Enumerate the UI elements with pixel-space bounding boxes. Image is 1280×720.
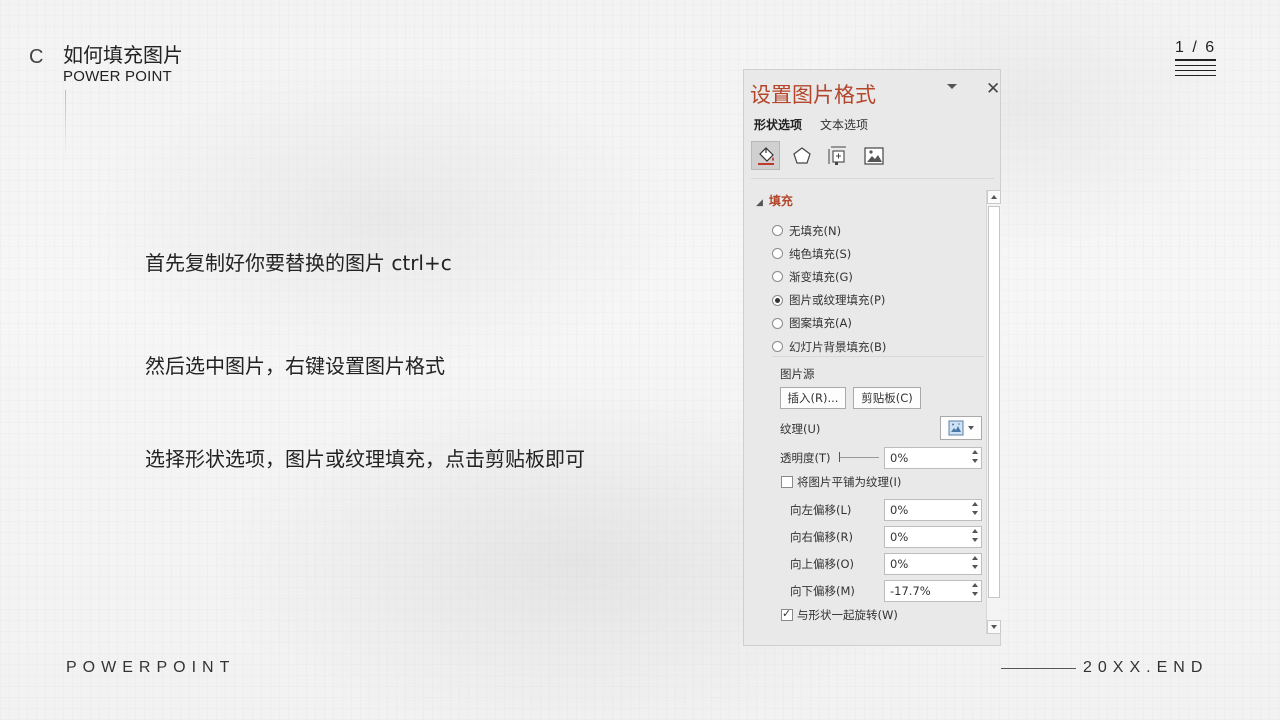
- stepper-value: 0%: [890, 503, 909, 517]
- fill-bucket-icon[interactable]: [751, 141, 780, 170]
- fill-section-label: 填充: [768, 194, 793, 208]
- chevron-down-icon: [968, 426, 974, 430]
- radio-button-selected[interactable]: [772, 294, 783, 306]
- fill-option-pattern[interactable]: 图案填充(A): [772, 312, 886, 335]
- slider-knob[interactable]: [839, 452, 840, 462]
- fill-option-label: 无填充(N): [789, 223, 842, 238]
- fill-option-picture-texture[interactable]: 图片或纹理填充(P): [772, 289, 886, 312]
- pane-scrollbar[interactable]: [986, 190, 1001, 634]
- radio-button[interactable]: [772, 317, 783, 329]
- tab-shape-options[interactable]: 形状选项: [754, 116, 802, 133]
- logo-letter: C: [29, 46, 44, 68]
- subsection-divider: [772, 356, 984, 357]
- picture-icon[interactable]: [859, 141, 888, 170]
- stepper-value: 0%: [890, 530, 909, 544]
- stepper-arrows[interactable]: [972, 450, 978, 463]
- stepper-value: 0%: [890, 557, 909, 571]
- stepper-arrows[interactable]: [972, 502, 978, 515]
- tile-label: 将图片平铺为纹理(I): [797, 475, 902, 489]
- texture-picker-button[interactable]: [940, 416, 982, 440]
- texture-swatch-icon: [948, 420, 964, 436]
- pentagon-shape-icon[interactable]: [787, 141, 816, 170]
- pane-options-dropdown-icon[interactable]: [947, 84, 957, 89]
- step-text-3: 选择形状选项，图片或纹理填充，点击剪贴板即可: [145, 447, 585, 471]
- picture-source-label: 图片源: [780, 367, 815, 381]
- close-icon[interactable]: ✕: [986, 79, 1000, 99]
- transparency-stepper[interactable]: 0%: [884, 447, 982, 469]
- offset-top-stepper[interactable]: 0%: [884, 553, 982, 575]
- step-text-1: 首先复制好你要替换的图片 ctrl+c: [145, 251, 452, 275]
- radio-button[interactable]: [772, 248, 783, 260]
- scrollbar-thumb[interactable]: [988, 206, 1000, 598]
- tab-text-options[interactable]: 文本选项: [820, 116, 868, 133]
- rotate-with-shape-label: 与形状一起旋转(W): [797, 608, 898, 622]
- fill-option-label: 纯色填充(S): [789, 246, 852, 261]
- offset-bottom-stepper[interactable]: -17.7%: [884, 580, 982, 602]
- step-text-2: 然后选中图片，右键设置图片格式: [145, 354, 445, 378]
- scroll-down-arrow-icon[interactable]: [987, 620, 1001, 634]
- format-picture-pane: 设置图片格式 ✕ 形状选项 文本选项 ◢ 填充 无填充(N) 纯色填充(S) 渐…: [743, 69, 1001, 646]
- slide-title: 如何填充图片: [63, 43, 183, 67]
- fill-option-label: 图案填充(A): [789, 316, 852, 331]
- rotate-with-shape-checkbox[interactable]: [781, 607, 793, 621]
- offset-bottom-label: 向下偏移(M): [790, 584, 855, 598]
- fill-option-solid[interactable]: 纯色填充(S): [772, 242, 886, 265]
- section-divider: [751, 178, 994, 179]
- insert-button[interactable]: 插入(R)...: [780, 387, 846, 409]
- category-icon-row: [751, 141, 888, 170]
- fill-option-label: 幻灯片背景填充(B): [789, 339, 887, 354]
- texture-label: 纹理(U): [780, 422, 821, 436]
- footer-end: 20XX.END: [1083, 659, 1209, 676]
- stepper-value: -17.7%: [890, 584, 931, 598]
- offset-left-stepper[interactable]: 0%: [884, 499, 982, 521]
- offset-left-label: 向左偏移(L): [790, 503, 852, 517]
- page-indicator: 1 / 6: [1175, 39, 1217, 56]
- pane-title: 设置图片格式: [750, 83, 876, 107]
- slide-subtitle: POWER POINT: [63, 68, 172, 85]
- stepper-arrows[interactable]: [972, 556, 978, 569]
- radio-button[interactable]: [772, 271, 783, 283]
- transparency-slider[interactable]: [839, 449, 879, 465]
- collapse-triangle-icon: ◢: [756, 198, 763, 208]
- fill-option-gradient[interactable]: 渐变填充(G): [772, 265, 886, 288]
- fill-section-header[interactable]: ◢ 填充: [756, 192, 793, 209]
- scroll-up-arrow-icon[interactable]: [987, 190, 1001, 204]
- tile-checkbox[interactable]: [781, 476, 793, 488]
- pane-tabs: 形状选项 文本选项: [754, 116, 868, 133]
- accent-line: [65, 90, 66, 158]
- offset-right-stepper[interactable]: 0%: [884, 526, 982, 548]
- radio-button[interactable]: [772, 341, 783, 353]
- transparency-label: 透明度(T): [780, 451, 831, 465]
- stepper-arrows[interactable]: [972, 529, 978, 542]
- fill-options: 无填充(N) 纯色填充(S) 渐变填充(G) 图片或纹理填充(P) 图案填充(A…: [772, 219, 886, 358]
- footer-divider: [1001, 668, 1076, 669]
- fill-option-none[interactable]: 无填充(N): [772, 219, 886, 242]
- clipboard-button[interactable]: 剪贴板(C): [853, 387, 921, 409]
- stepper-arrows[interactable]: [972, 583, 978, 596]
- footer-brand: POWERPOINT: [66, 659, 236, 676]
- radio-button[interactable]: [772, 225, 783, 237]
- fill-option-label: 图片或纹理填充(P): [789, 293, 886, 308]
- offset-right-label: 向右偏移(R): [790, 530, 853, 544]
- offset-top-label: 向上偏移(O): [790, 557, 855, 571]
- stepper-value: 0%: [890, 451, 909, 465]
- size-layout-icon[interactable]: [823, 141, 852, 170]
- fill-option-slide-background[interactable]: 幻灯片背景填充(B): [772, 335, 886, 358]
- menu-lines-icon: [1175, 59, 1216, 80]
- fill-option-label: 渐变填充(G): [789, 269, 853, 284]
